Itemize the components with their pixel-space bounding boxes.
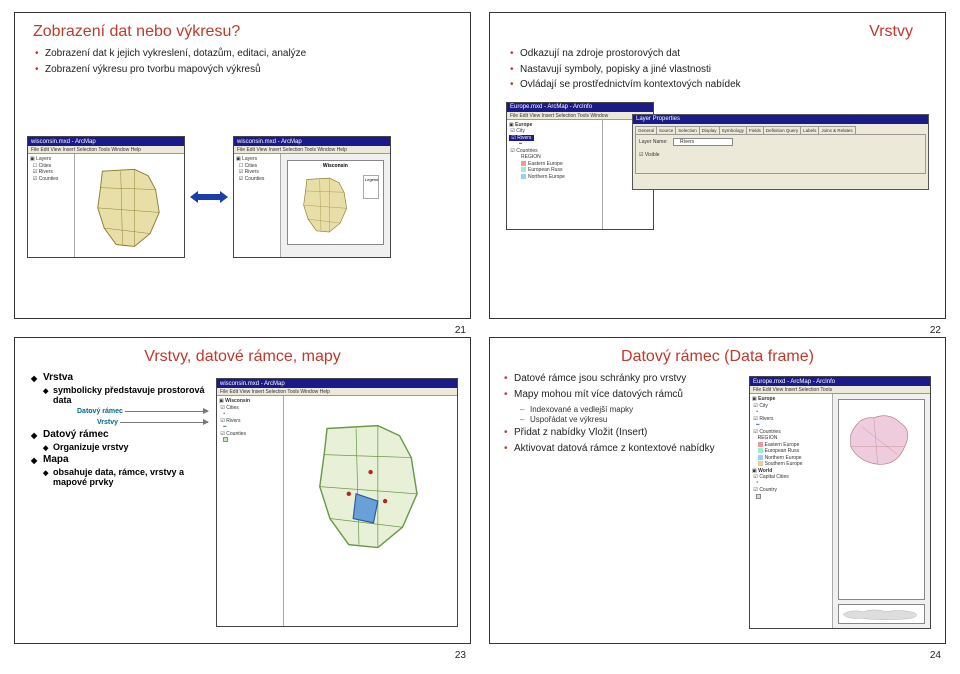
window-titlebar: Europe.mxd - ArcMap - ArcInfo	[750, 377, 930, 386]
layout-canvas: Wisconsin Legend	[281, 154, 390, 257]
arrow-label: Vrstvy	[97, 419, 118, 426]
arcmap-window-dataview: wisconsin.mxd - ArcMap File Edit View In…	[27, 136, 185, 258]
bullet-item: Přidat z nabídky Vložit (Insert)	[504, 426, 739, 440]
outline-sub: symbolicky představuje prostorová data	[31, 385, 208, 405]
bullet-item: Nastavují symboly, popisky a jiné vlastn…	[510, 63, 933, 77]
arcmap-window: wisconsin.mxd - ArcMap File Edit View In…	[216, 378, 458, 627]
toc-panel: ▣ Europe ☑ City • ☑ Rivers ━ ☑ Countries…	[750, 394, 833, 628]
bullet-item: Datové rámce jsou schránky pro vrstvy	[504, 372, 739, 386]
sub-list: Indexované a vedlejší mapky Uspořádat ve…	[502, 405, 739, 424]
page-number: 24	[930, 650, 941, 661]
bullet-item: Odkazují na zdroje prostorových dat	[510, 47, 933, 61]
slide-24: Datový rámec (Data frame) Datové rámce j…	[489, 337, 946, 644]
bullet-item: Aktivovat datová rámce z kontextové nabí…	[504, 442, 739, 456]
slide-title: Vrstvy, datové rámce, mapy	[27, 348, 458, 366]
layer-properties-dialog: Layer Properties General Source Selectio…	[632, 114, 929, 190]
window-titlebar: wisconsin.mxd - ArcMap	[28, 137, 184, 146]
legend-box: Legend	[363, 175, 379, 199]
label-arrow-dataframe: Datový rámec	[77, 408, 208, 415]
toc-panel: ▣ Layers ☐ Cities ☑ Rivers ☑ Counties	[234, 154, 281, 257]
layout-title: Wisconsin	[288, 163, 383, 169]
page-number: 21	[455, 325, 466, 336]
bullet-list: Zobrazení dat k jejich vykreslení, dotaz…	[27, 47, 458, 78]
map-canvas	[75, 154, 184, 257]
double-arrow-icon	[190, 191, 228, 203]
dialog-tabs: General Source Selection Display Symbolo…	[633, 124, 928, 134]
dialog-titlebar: Layer Properties	[633, 115, 928, 124]
slide-23: Vrstvy, datové rámce, mapy Vrstva symbol…	[14, 337, 471, 644]
slide-title: Datový rámec (Data frame)	[502, 348, 933, 366]
bullet-list: Odkazují na zdroje prostorových dat Nast…	[502, 47, 933, 94]
window-titlebar: wisconsin.mxd - ArcMap	[234, 137, 390, 146]
tab[interactable]: General	[635, 126, 657, 134]
outline-list: Datový rámec Organizuje vrstvy Mapa obsa…	[27, 429, 208, 487]
window-menubar: File Edit View Insert Selection Tools Wi…	[217, 388, 457, 396]
map-state-shape	[84, 162, 176, 254]
outline-head: Vrstva	[31, 372, 208, 383]
toc-panel: ▣ Europe ☑ City ☑ Rivers ━ ☑ Countries R…	[507, 120, 603, 229]
tab[interactable]: Definition Query	[763, 126, 801, 134]
arcmap-window-layoutview: wisconsin.mxd - ArcMap File Edit View In…	[233, 136, 391, 258]
page-number: 23	[455, 650, 466, 661]
map-state-shape	[294, 173, 358, 237]
layout-canvas	[833, 394, 930, 628]
bullet-item: Zobrazení dat k jejich vykreslení, dotaz…	[35, 47, 458, 61]
window-titlebar: wisconsin.mxd - ArcMap	[217, 379, 457, 388]
tab[interactable]: Joins & Relates	[818, 126, 855, 134]
toc-panel: ▣ Wisconsin ☑ Cities • ☑ Rivers ━ ☑ Coun…	[217, 396, 284, 626]
window-titlebar: Europe.mxd - ArcMap - ArcInfo	[507, 103, 653, 112]
outline-sub: Organizuje vrstvy	[31, 442, 208, 452]
window-menubar: File Edit View Insert Selection Tools	[750, 386, 930, 394]
outline-sub: obsahuje data, rámce, vrstvy a mapové pr…	[31, 467, 208, 487]
bullet-item: Mapy mohou mít více datových rámců	[504, 388, 739, 402]
screenshot-row: wisconsin.mxd - ArcMap File Edit View In…	[27, 86, 458, 308]
map-state-shape	[298, 414, 443, 559]
window-menubar: File Edit View Insert Selection Tools Wi…	[28, 146, 184, 154]
sub-item: Uspořádat ve výkresu	[520, 415, 739, 424]
sub-item: Indexované a vedlejší mapky	[520, 405, 739, 414]
bullet-item: Zobrazení výkresu pro tvorbu mapových vý…	[35, 63, 458, 77]
tab[interactable]: Display	[699, 126, 720, 134]
arcmap-window: Europe.mxd - ArcMap - ArcInfo File Edit …	[749, 376, 931, 629]
tab[interactable]: Source	[656, 126, 676, 134]
slide-title: Vrstvy	[502, 23, 913, 41]
arrow-label: Datový rámec	[77, 408, 123, 415]
map-canvas	[284, 396, 457, 626]
page-number: 22	[930, 325, 941, 336]
layer-name-input[interactable]: Rivers	[673, 138, 733, 146]
label-arrow-layers: Vrstvy	[77, 419, 208, 426]
tab[interactable]: Labels	[800, 126, 819, 134]
map-europe-shape	[843, 404, 920, 481]
slide-title: Zobrazení dat nebo výkresu?	[33, 23, 458, 41]
checkbox-label: Visible	[645, 152, 660, 158]
outline-list: Vrstva symbolicky představuje prostorová…	[27, 372, 208, 405]
window-menubar: File Edit View Insert Selection Tools Wi…	[234, 146, 390, 154]
outline-head: Mapa	[31, 454, 208, 465]
tab[interactable]: Symbology	[719, 126, 747, 134]
dialog-content: Layer Name: Rivers ☑ Visible	[635, 134, 926, 174]
slide-21: Zobrazení dat nebo výkresu? Zobrazení da…	[14, 12, 471, 319]
map-world-inset	[839, 605, 924, 623]
bullet-list: Přidat z nabídky Vložit (Insert) Aktivov…	[502, 426, 739, 455]
tab[interactable]: Selection	[675, 126, 700, 134]
field-label: Layer Name:	[639, 139, 668, 145]
outline-head: Datový rámec	[31, 429, 208, 440]
tab[interactable]: Fields	[746, 126, 764, 134]
toc-panel: ▣ Layers ☐ Cities ☑ Rivers ☑ Counties	[28, 154, 75, 257]
page-grid: Zobrazení dat nebo výkresu? Zobrazení da…	[0, 0, 960, 674]
slide-22: Vrstvy Odkazují na zdroje prostorových d…	[489, 12, 946, 319]
bullet-list: Datové rámce jsou schránky pro vrstvy Ma…	[502, 372, 739, 401]
bullet-item: Ovládají se prostřednictvím kontextových…	[510, 78, 933, 92]
